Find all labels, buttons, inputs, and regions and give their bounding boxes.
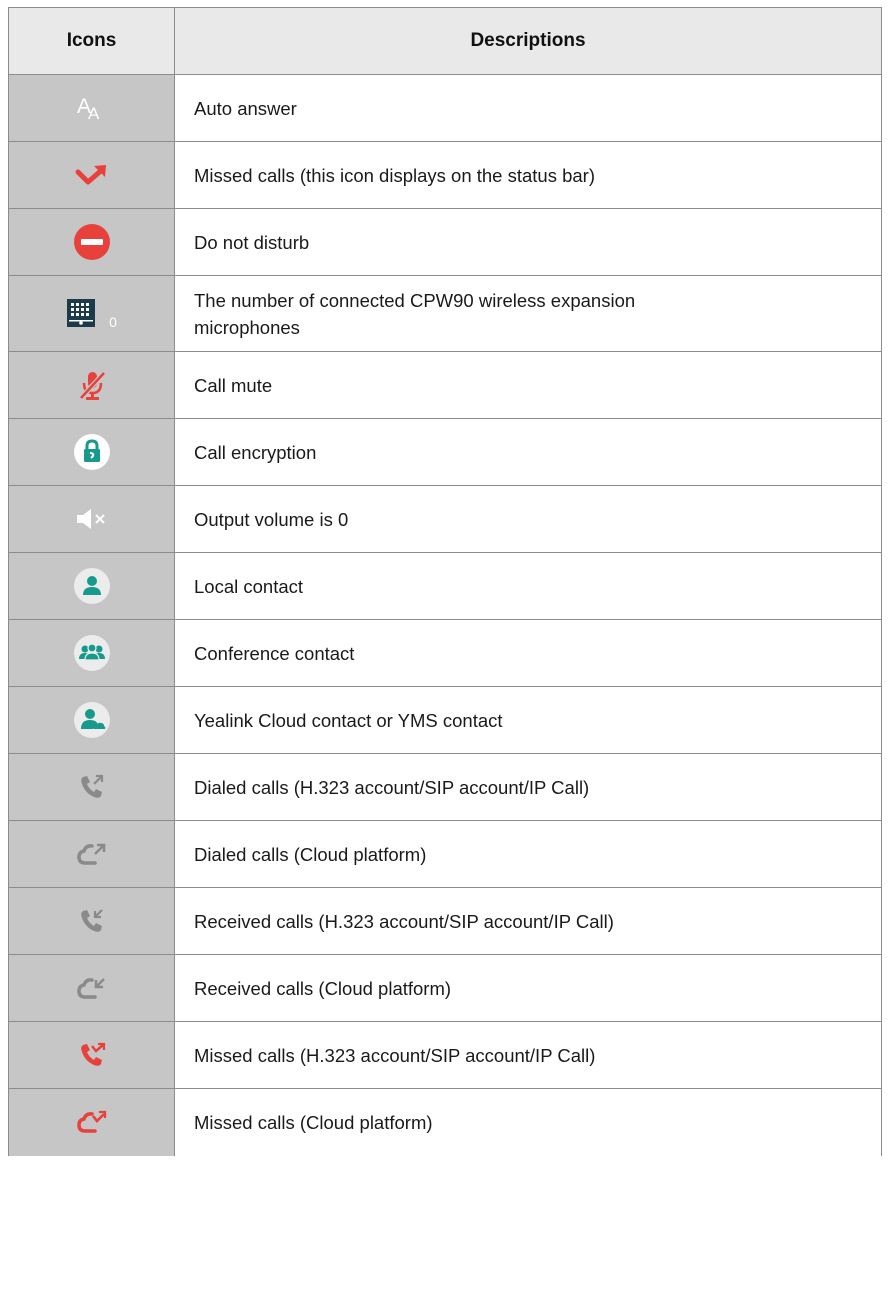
mic-count-label: 0 — [109, 314, 117, 331]
received-call-icon — [80, 909, 103, 932]
local-contact-icon — [73, 568, 110, 604]
table-row: Missed calls (Cloud platform) — [8, 1088, 882, 1156]
icon-cell — [8, 1088, 175, 1156]
wireless-mic-count-icon — [67, 298, 96, 327]
table-row: Call encryption — [8, 418, 882, 486]
description-cell: Missed calls (H.323 account/SIP account/… — [174, 1021, 882, 1089]
icon-cell — [8, 485, 175, 553]
icon-cell — [8, 820, 175, 888]
dialed-call-icon — [80, 774, 103, 798]
table-row: Do not disturb — [8, 208, 882, 276]
auto-answer-icon: A A — [77, 95, 100, 123]
icon-cell — [8, 619, 175, 687]
description-cell: Dialed calls (H.323 account/SIP account/… — [174, 753, 882, 821]
description-cell: Auto answer — [174, 74, 882, 142]
table-row: Call mute — [8, 351, 882, 419]
description-cell: Missed calls (Cloud platform) — [174, 1088, 882, 1156]
table-row: Received calls (Cloud platform) — [8, 954, 882, 1022]
icon-cell — [8, 887, 175, 955]
icon-cell — [8, 954, 175, 1022]
icon-cell — [8, 1021, 175, 1089]
received-cloud-call-icon — [76, 978, 105, 999]
table-row: Missed calls (this icon displays on the … — [8, 141, 882, 209]
description-cell: Output volume is 0 — [174, 485, 882, 553]
icon-cell — [8, 418, 175, 486]
conference-contact-icon — [73, 635, 110, 671]
description-cell: Call mute — [174, 351, 882, 419]
description-cell: The number of connected CPW90 wireless e… — [174, 275, 882, 352]
icons-column-header: Icons — [8, 7, 175, 75]
description-cell: Do not disturb — [174, 208, 882, 276]
descriptions-column-header: Descriptions — [174, 7, 882, 75]
table-row: Missed calls (H.323 account/SIP account/… — [8, 1021, 882, 1089]
table-row: Yealink Cloud contact or YMS contact — [8, 686, 882, 754]
description-cell: Call encryption — [174, 418, 882, 486]
icon-cell — [8, 753, 175, 821]
icon-cell: A A — [8, 74, 175, 142]
call-encryption-icon — [73, 434, 110, 470]
missed-call-icon — [80, 1042, 105, 1066]
dialed-cloud-call-icon — [76, 843, 105, 865]
description-cell: Dialed calls (Cloud platform) — [174, 820, 882, 888]
missed-call-arrow-icon — [75, 165, 106, 185]
cloud-contact-icon — [73, 702, 110, 738]
table-row: Conference contact — [8, 619, 882, 687]
svg-text:A: A — [88, 104, 100, 123]
description-cell: Received calls (Cloud platform) — [174, 954, 882, 1022]
icon-cell — [8, 552, 175, 620]
volume-muted-icon — [76, 509, 105, 529]
description-cell: Missed calls (this icon displays on the … — [174, 141, 882, 209]
missed-cloud-call-icon — [76, 1111, 106, 1133]
table-header-row: Icons Descriptions — [8, 7, 882, 75]
icon-cell: 0 — [8, 275, 175, 352]
do-not-disturb-icon — [73, 224, 110, 260]
icon-cell — [8, 686, 175, 754]
table-row: Received calls (H.323 account/SIP accoun… — [8, 887, 882, 955]
table-row: A A Auto answer — [8, 74, 882, 142]
icon-cell — [8, 141, 175, 209]
table-row: 0 The number of connected CPW90 wireless… — [8, 275, 882, 352]
icon-description-table: Icons Descriptions A A Auto answer Misse — [8, 7, 882, 1156]
table-row: Dialed calls (Cloud platform) — [8, 820, 882, 888]
table-row: Dialed calls (H.323 account/SIP account/… — [8, 753, 882, 821]
call-mute-icon — [78, 371, 106, 400]
icon-cell — [8, 351, 175, 419]
table-row: Local contact — [8, 552, 882, 620]
description-cell: Local contact — [174, 552, 882, 620]
table-row: Output volume is 0 — [8, 485, 882, 553]
icon-cell — [8, 208, 175, 276]
description-cell: Conference contact — [174, 619, 882, 687]
description-cell: Yealink Cloud contact or YMS contact — [174, 686, 882, 754]
description-cell: Received calls (H.323 account/SIP accoun… — [174, 887, 882, 955]
